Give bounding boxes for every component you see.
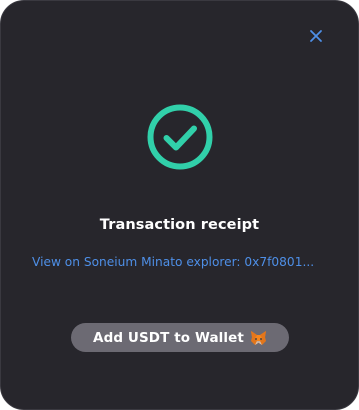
- transaction-receipt-modal: Transaction receipt View on Soneium Mina…: [0, 0, 359, 410]
- modal-title: Transaction receipt: [99, 217, 260, 233]
- metamask-fox-icon: [250, 330, 267, 346]
- explorer-link[interactable]: View on Soneium Minato explorer: 0x7f080…: [32, 255, 332, 269]
- close-button[interactable]: [303, 23, 329, 49]
- close-icon: [309, 29, 323, 43]
- add-token-button-label: Add USDT to Wallet: [93, 329, 244, 346]
- check-circle-icon: [146, 103, 214, 171]
- add-token-to-wallet-button[interactable]: Add USDT to Wallet: [71, 323, 289, 352]
